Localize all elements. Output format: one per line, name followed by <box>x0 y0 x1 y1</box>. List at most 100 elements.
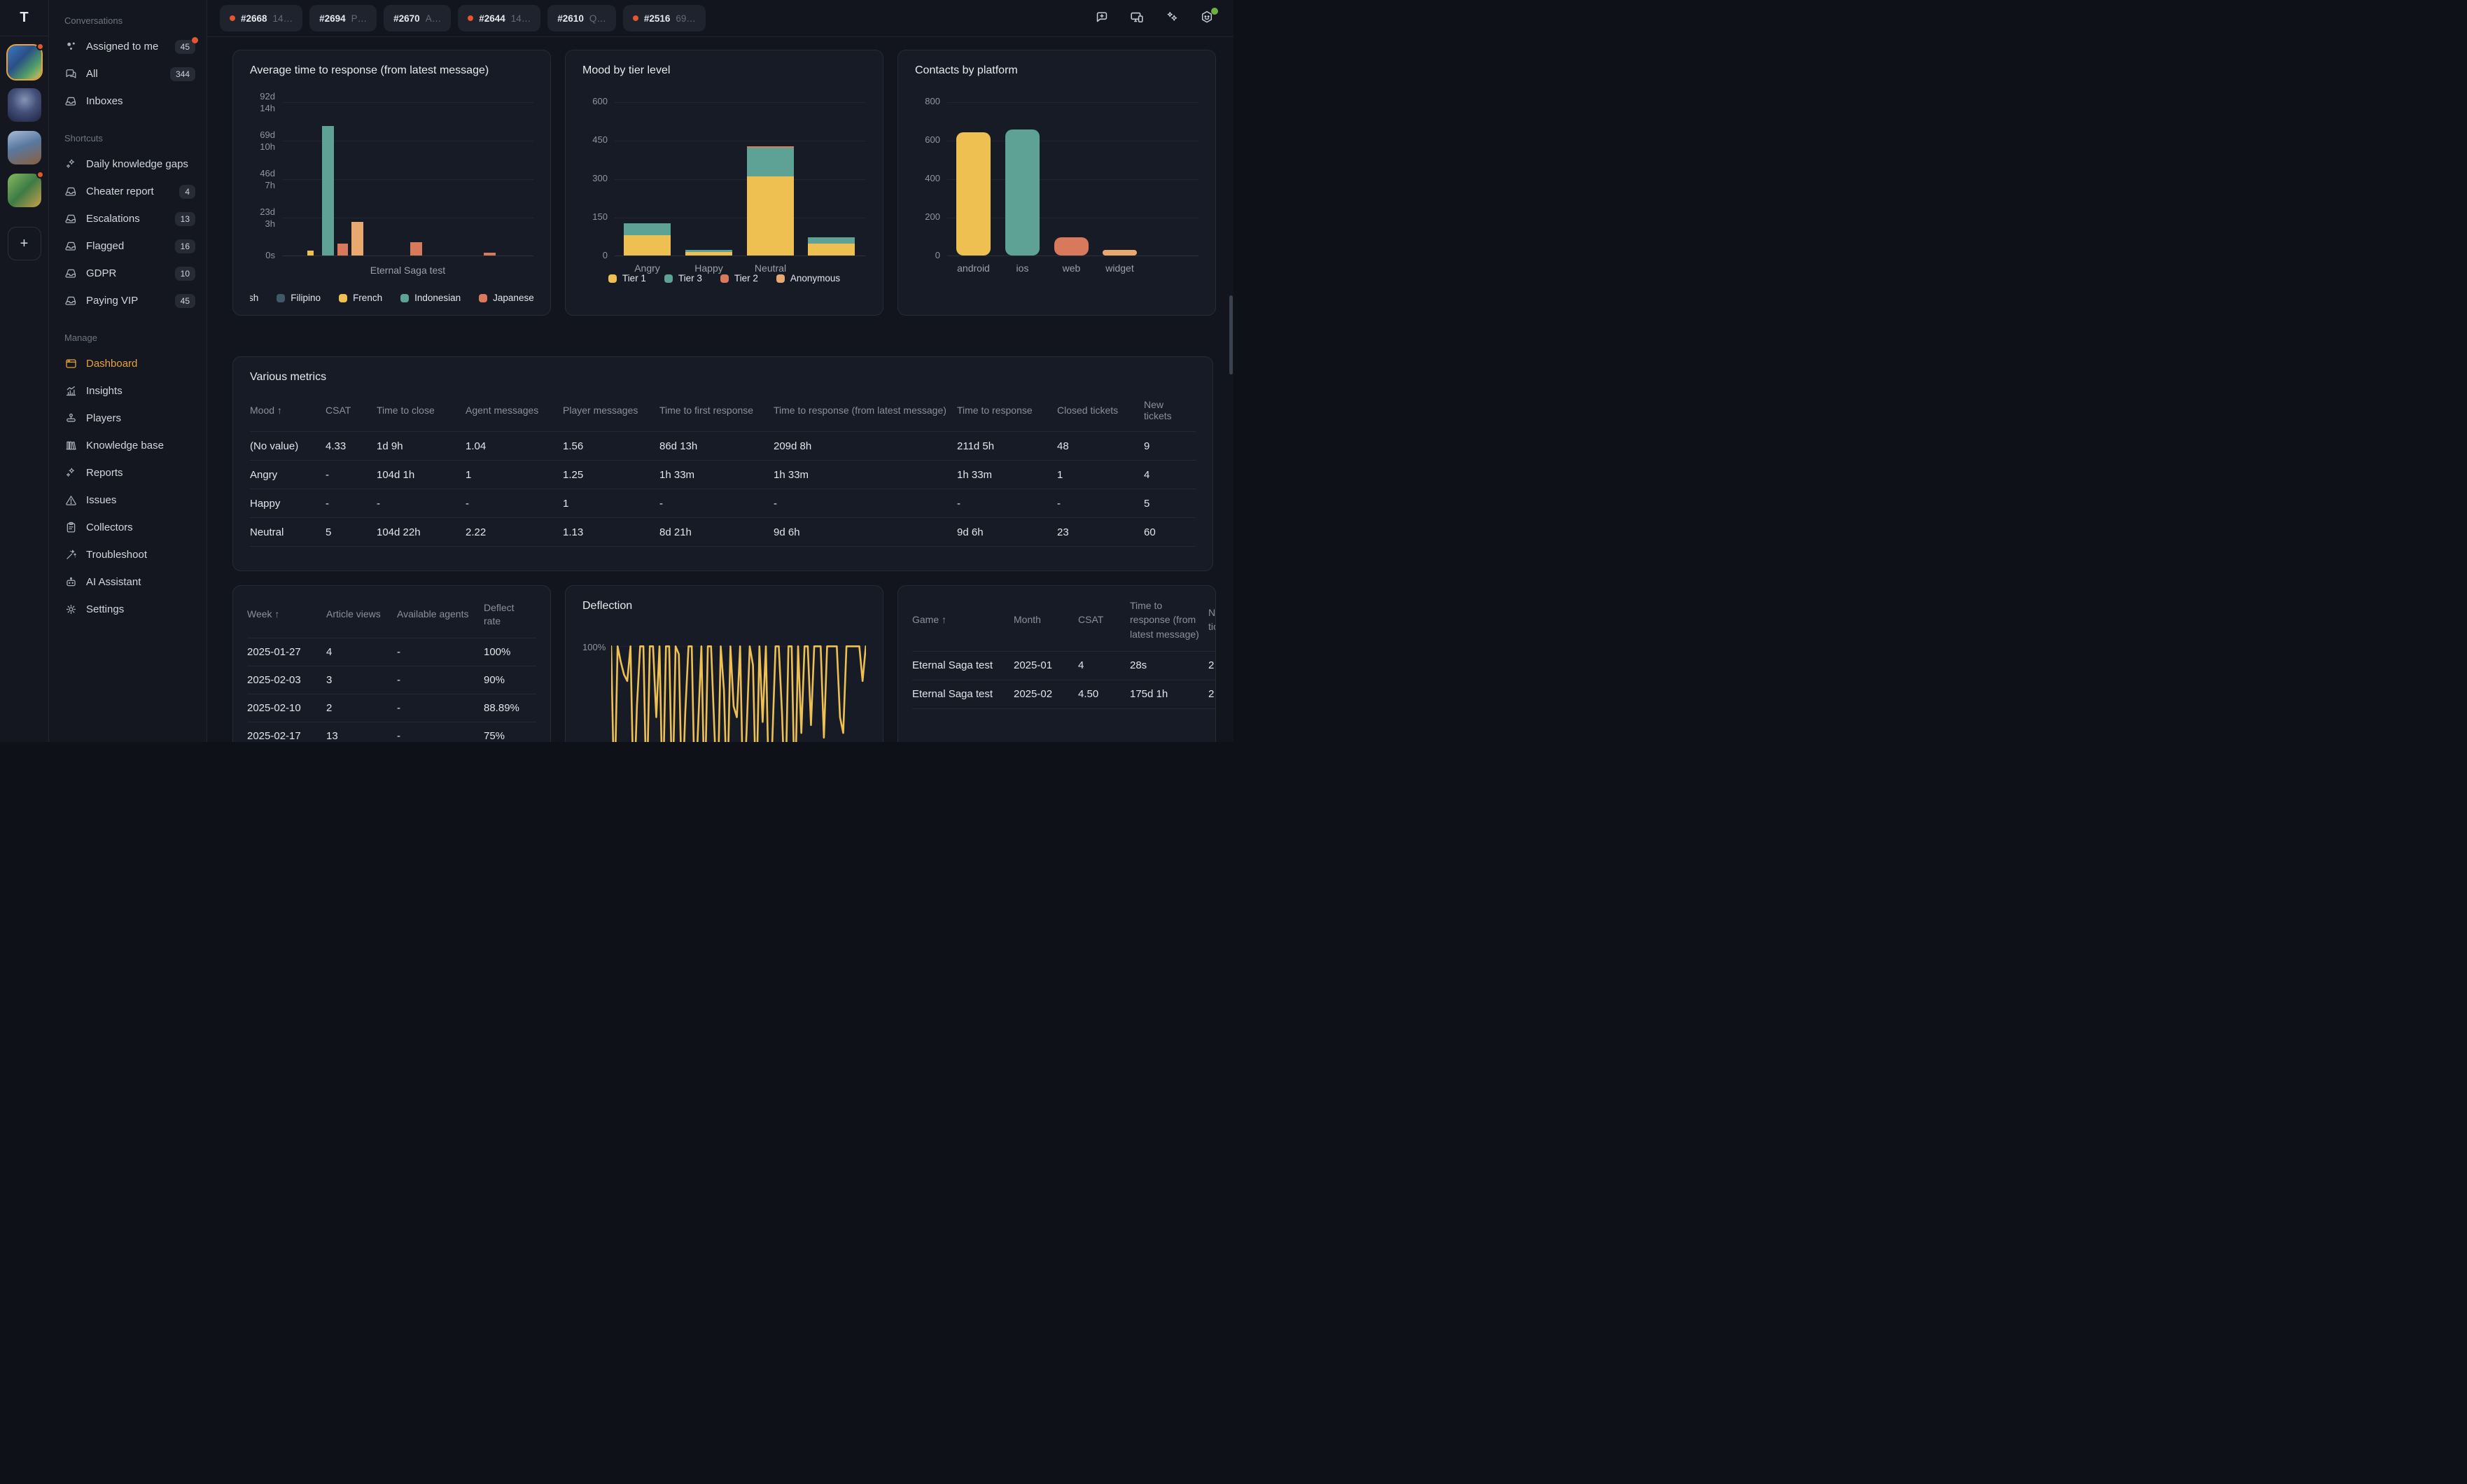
column-header[interactable]: Time to close <box>377 393 466 432</box>
sidebar-item-insights[interactable]: Insights <box>49 377 207 405</box>
sidebar-item-ai-assistant[interactable]: AI Assistant <box>49 568 207 596</box>
game-avatar-1[interactable] <box>8 46 41 79</box>
column-header[interactable]: Time to response (from latest message) <box>774 393 957 432</box>
ai-sparkles-button[interactable] <box>1163 10 1180 27</box>
y-axis: 6004503001500 <box>582 102 615 256</box>
table-cell: 2025-01-27 <box>247 638 326 666</box>
y-tick: 69d10h <box>260 130 275 153</box>
sidebar-item-cheater-report[interactable]: Cheater report 4 <box>49 178 207 205</box>
sidebar-item-label: Paying VIP <box>86 295 167 307</box>
deflection-chart-card: Deflection 100% <box>565 585 883 742</box>
column-header[interactable]: New tickets <box>1144 393 1196 432</box>
column-header[interactable]: Agent messages <box>466 393 563 432</box>
y-tick: 450 <box>592 134 608 146</box>
y-tick: 92d14h <box>260 91 275 115</box>
sidebar-item-flagged[interactable]: Flagged 16 <box>49 232 207 260</box>
ticket-tab[interactable]: #2516 69… <box>623 5 706 31</box>
ticket-tab[interactable]: #2670 A… <box>384 5 451 31</box>
column-header[interactable]: Player messages <box>563 393 659 432</box>
sidebar-item-reports[interactable]: Reports <box>49 459 207 486</box>
column-header[interactable]: Closed tickets <box>1057 393 1144 432</box>
ticket-tab[interactable]: #2644 14… <box>458 5 540 31</box>
table-cell: 90% <box>484 666 536 694</box>
table-cell: Neutral <box>250 518 326 547</box>
sidebar-item-troubleshoot[interactable]: Troubleshoot <box>49 541 207 568</box>
sidebar-item-paying-vip[interactable]: Paying VIP 45 <box>49 287 207 314</box>
x-tick-label: ios <box>1005 262 1040 274</box>
table-cell: 23 <box>1057 518 1144 547</box>
table-cell: (No value) <box>250 432 326 461</box>
table-cell: 2025-02-10 <box>247 694 326 722</box>
ticket-tab[interactable]: #2610 Q… <box>547 5 616 31</box>
online-status-dot <box>1211 8 1218 15</box>
bar: ios <box>1005 130 1040 255</box>
sidebar-item-all[interactable]: All 344 <box>49 60 207 88</box>
sidebar-item-daily-knowledge-gaps[interactable]: Daily knowledge gaps <box>49 150 207 178</box>
user-avatar-button[interactable] <box>1198 10 1215 27</box>
column-header[interactable]: New tickets <box>1208 589 1216 652</box>
sidebar-item-label: Escalations <box>86 213 167 225</box>
ticket-number: #2668 <box>241 13 267 24</box>
sidebar-item-settings[interactable]: Settings <box>49 596 207 623</box>
column-header[interactable]: Game ↑ <box>912 589 1014 652</box>
ticket-tab[interactable]: #2694 P… <box>309 5 377 31</box>
sidebar-item-issues[interactable]: Issues <box>49 486 207 514</box>
sidebar-item-players[interactable]: Players <box>49 405 207 432</box>
sidebar-item-knowledge-base[interactable]: Knowledge base <box>49 432 207 459</box>
table-cell: 2025-01 <box>1014 652 1078 680</box>
legend-item: Tier 2 <box>720 273 758 284</box>
sidebar-item-escalations[interactable]: Escalations 13 <box>49 205 207 232</box>
game-avatar-3[interactable] <box>8 131 41 164</box>
sidebar-item-label: Flagged <box>86 240 167 252</box>
table-cell: 209d 8h <box>774 432 957 461</box>
column-header[interactable]: Month <box>1014 589 1078 652</box>
sidebar-item-label: Collectors <box>86 522 195 533</box>
sidebar-item-collectors[interactable]: Collectors <box>49 514 207 541</box>
insights-chart-icon <box>64 384 78 398</box>
table-cell: - <box>397 666 484 694</box>
column-header[interactable]: Time to first response <box>659 393 774 432</box>
column-header[interactable]: Article views <box>326 590 397 638</box>
ticket-tab[interactable]: #2668 14… <box>220 5 302 31</box>
column-header[interactable]: Deflect rate <box>484 590 536 638</box>
game-avatar-4[interactable] <box>8 174 41 207</box>
column-header[interactable]: Mood ↑ <box>250 393 326 432</box>
column-header[interactable]: CSAT <box>326 393 377 432</box>
clipboard-icon <box>64 521 78 534</box>
sidebar-item-gdpr[interactable]: GDPR 10 <box>49 260 207 287</box>
sidebar-item-label: Cheater report <box>86 186 171 197</box>
sidebar-item-assigned-to-me[interactable]: Assigned to me 45 <box>49 33 207 60</box>
sidebar-item-label: Insights <box>86 385 195 397</box>
table-cell: - <box>326 489 377 518</box>
page-scrollbar[interactable] <box>1229 295 1233 374</box>
sidebar-item-inboxes[interactable]: Inboxes <box>49 88 207 115</box>
workspace-logo[interactable]: T <box>0 0 48 36</box>
column-header[interactable]: Available agents <box>397 590 484 638</box>
column-header[interactable]: CSAT <box>1078 589 1130 652</box>
legend-swatch <box>720 274 729 283</box>
metrics-table: Mood ↑CSATTime to closeAgent messagesPla… <box>250 393 1196 547</box>
add-workspace-button[interactable]: + <box>8 227 41 260</box>
main-area: #2668 14… #2694 P… #2670 A… <box>207 0 1234 742</box>
sidebar-item-label: Reports <box>86 467 195 479</box>
column-header[interactable]: Time to response (from latest message) <box>1130 589 1208 652</box>
plot-area <box>282 102 533 256</box>
ticket-preview: P… <box>351 13 368 24</box>
dashboard-content: Average time to response (from latest me… <box>207 37 1234 742</box>
new-conversation-button[interactable] <box>1093 10 1110 27</box>
sidebar-item-dashboard[interactable]: Dashboard <box>49 350 207 377</box>
game-avatar-2[interactable] <box>8 88 41 122</box>
section-header-manage: Manage <box>49 324 207 350</box>
x-axis-label: Eternal Saga test <box>250 265 533 276</box>
sidebar-item-label: Assigned to me <box>86 41 167 52</box>
devices-button[interactable] <box>1128 10 1145 27</box>
table-cell: 48 <box>1057 432 1144 461</box>
table-cell: Eternal Saga test <box>912 680 1014 709</box>
column-header[interactable]: Week ↑ <box>247 590 326 638</box>
y-tick: 150 <box>592 211 608 223</box>
y-tick: 46d7h <box>260 168 275 192</box>
column-header[interactable]: Time to response <box>957 393 1057 432</box>
plot-area: Angry Happy <box>615 102 866 256</box>
ticket-preview: Q… <box>589 13 606 24</box>
chats-icon <box>64 67 78 80</box>
